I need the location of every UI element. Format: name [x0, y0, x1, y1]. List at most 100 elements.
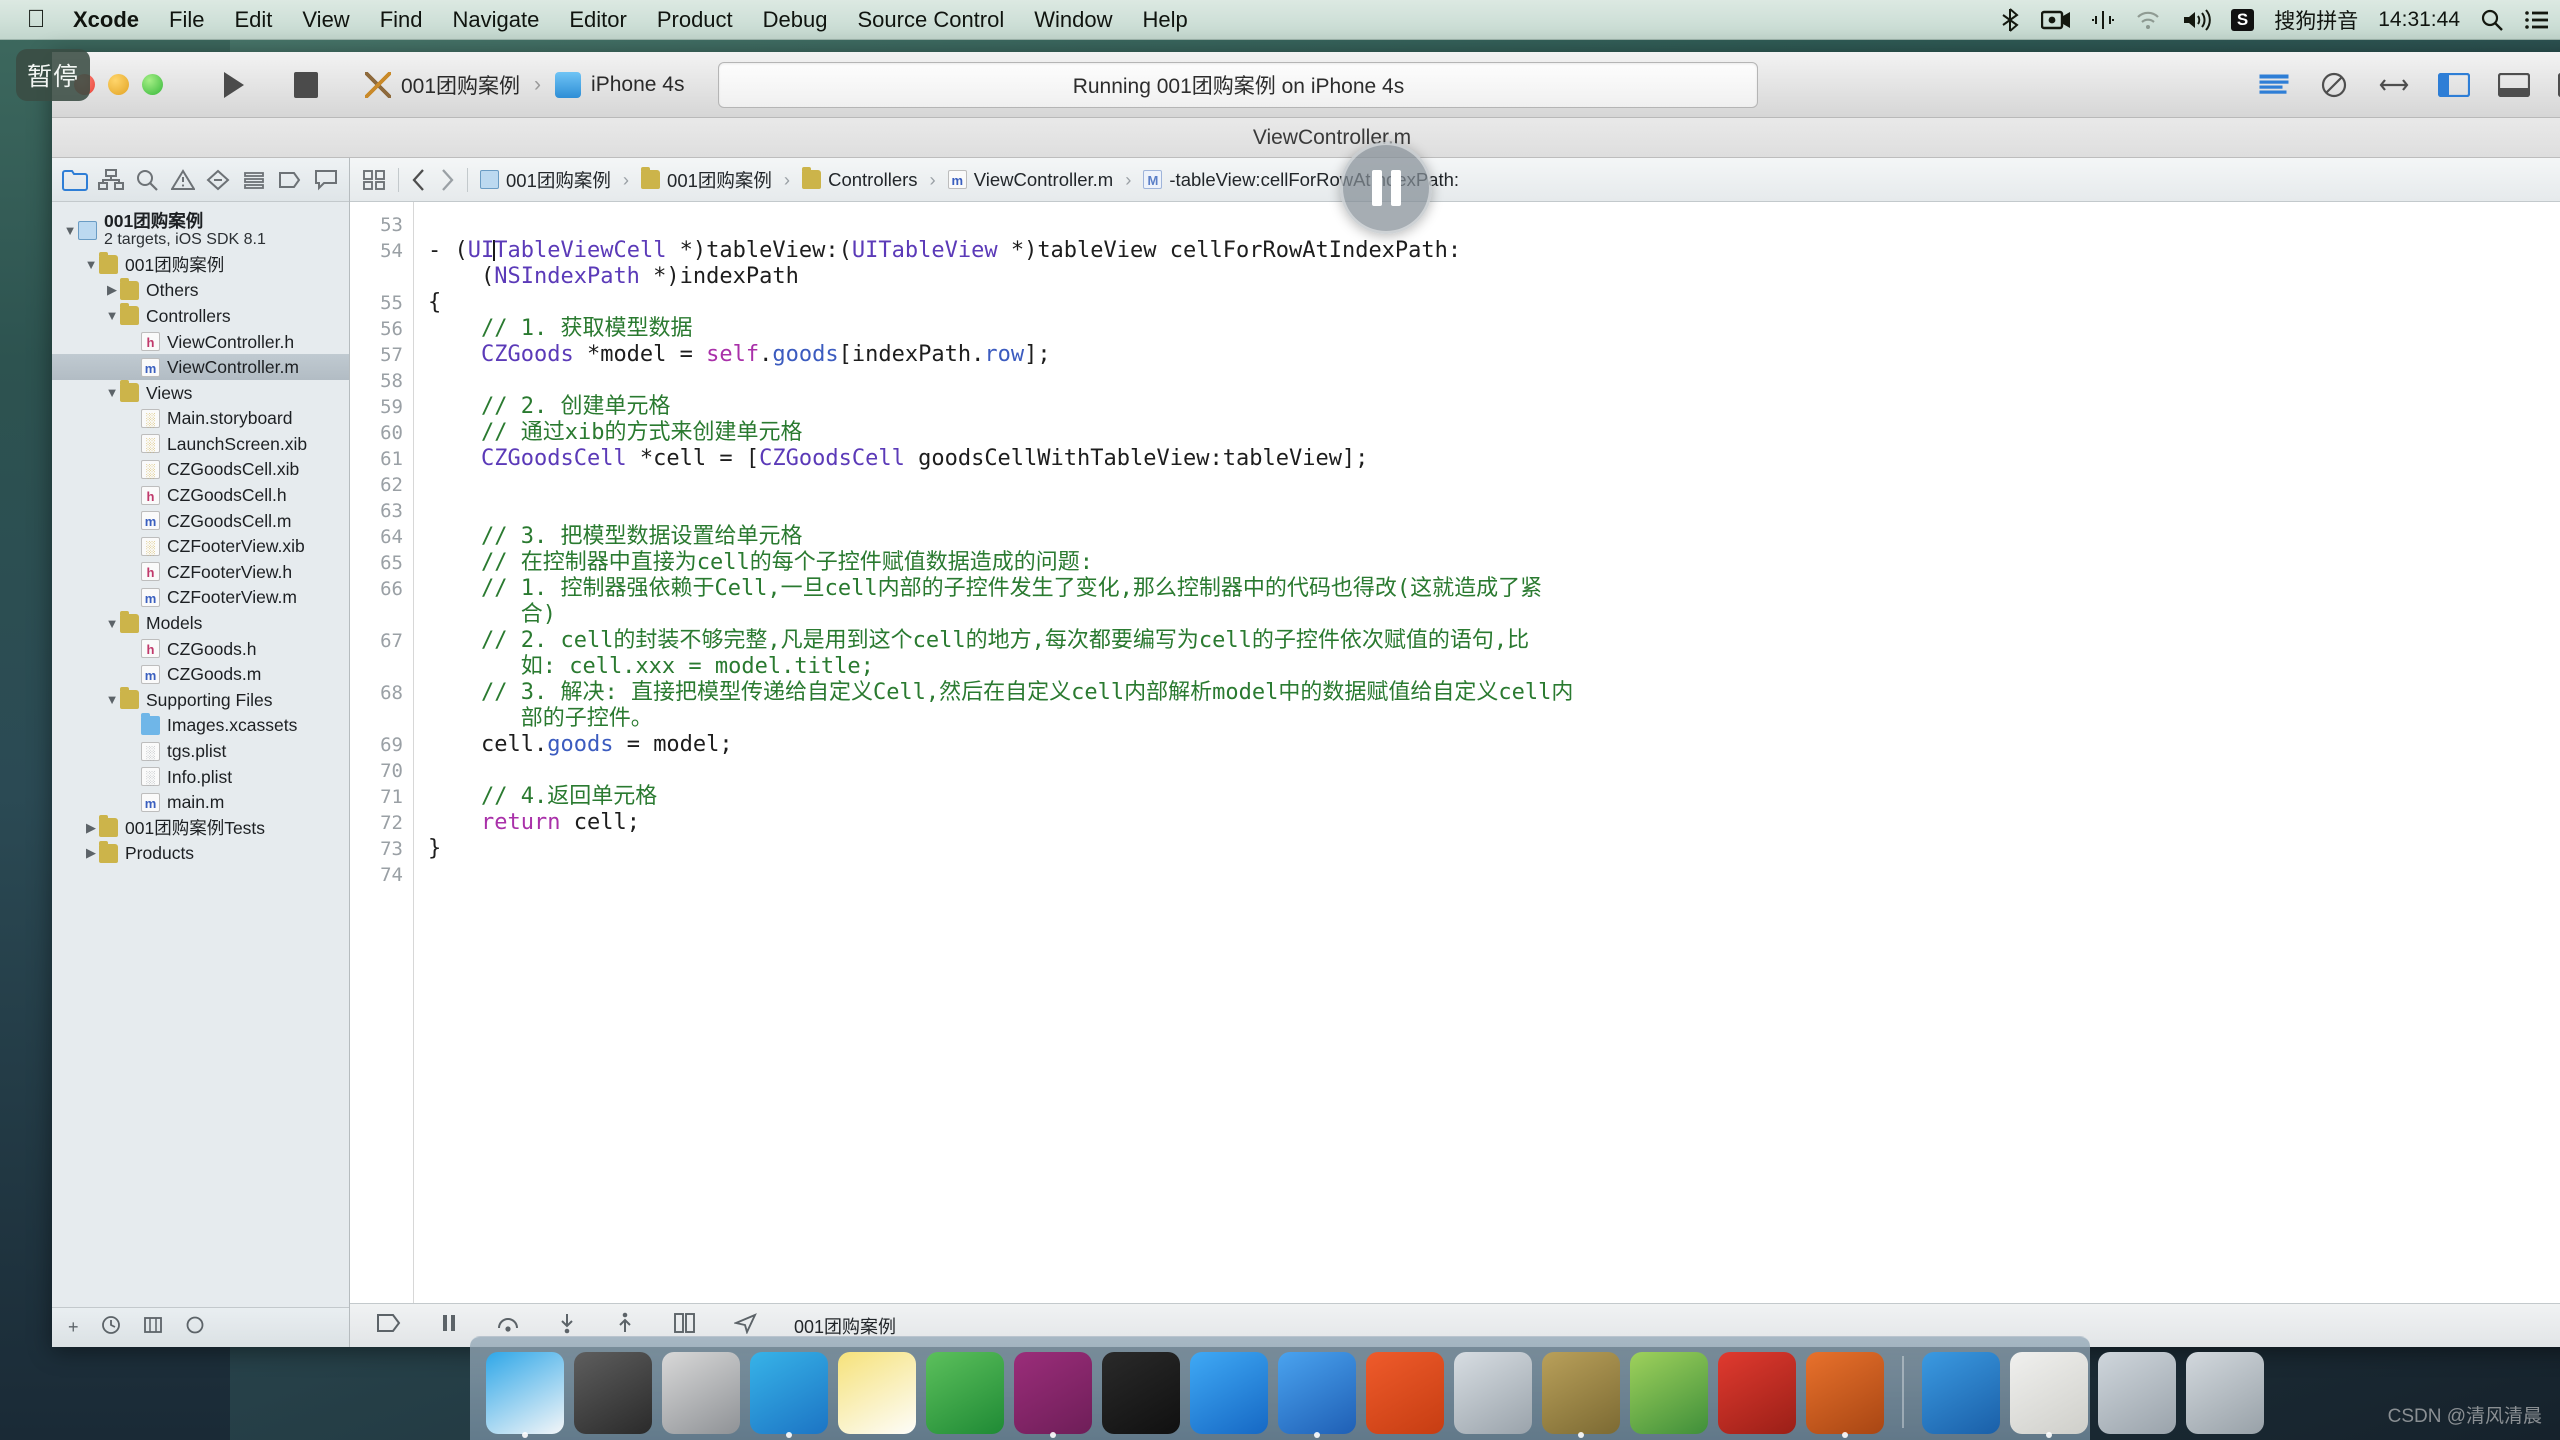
- code-line[interactable]: // 1. 控制器强依赖于Cell,一旦cell内部的子控件发生了变化,那么控制…: [428, 576, 2560, 602]
- scheme-device-label[interactable]: iPhone 4s: [591, 73, 684, 97]
- apple-logo-icon[interactable]: : [14, 7, 58, 32]
- breadcrumb-segment[interactable]: m ViewController.m: [947, 169, 1113, 191]
- file-tree-row[interactable]: ·m ViewController.m: [52, 354, 349, 380]
- filezilla-icon[interactable]: [1718, 1352, 1796, 1434]
- screen-record-icon[interactable]: [2040, 9, 2071, 31]
- torch-icon[interactable]: [1806, 1352, 1884, 1438]
- code-line[interactable]: [428, 498, 2560, 524]
- notification-center-icon[interactable]: [2524, 9, 2550, 31]
- scissors-icon[interactable]: [1454, 1352, 1532, 1434]
- related-items-icon[interactable]: [362, 169, 386, 191]
- menu-item-navigate[interactable]: Navigate: [438, 7, 555, 33]
- launchpad-icon[interactable]: [662, 1352, 740, 1434]
- file-tree-row[interactable]: · Images.xcassets: [52, 712, 349, 739]
- stop-button[interactable]: [277, 63, 335, 107]
- menu-item-window[interactable]: Window: [1019, 7, 1127, 33]
- recent-filter-icon[interactable]: [101, 1315, 121, 1340]
- disclosure-triangle-closed-icon[interactable]: ▶: [83, 845, 99, 861]
- screen-capture-pause-button[interactable]: 暂停: [16, 49, 90, 101]
- utilities-toggle-icon[interactable]: [2556, 70, 2560, 100]
- wifi-icon[interactable]: [2135, 10, 2161, 30]
- terminal-icon[interactable]: [1102, 1352, 1180, 1434]
- code-line[interactable]: 部的子控件。: [428, 706, 2560, 732]
- minimize-button[interactable]: [108, 74, 129, 95]
- file-tree-row[interactable]: ·░ tgs.plist: [52, 738, 349, 764]
- menu-item-help[interactable]: Help: [1128, 7, 1203, 33]
- breadcrumb-segment[interactable]: 001团购案例: [641, 167, 772, 193]
- file-tree-row[interactable]: ·h CZGoods.h: [52, 636, 349, 662]
- system-preferences-icon[interactable]: [574, 1352, 652, 1434]
- editor-standard-icon[interactable]: [2256, 70, 2292, 100]
- code-scroll-area[interactable]: 53 54 55 56 57 58 59 60 61 62 63 64 65 66 67 68 69 70 71 72…: [350, 202, 2560, 1347]
- code-line[interactable]: // 3. 解决: 直接把模型传递给自定义Cell,然后在自定义cell内部解析…: [428, 680, 2560, 706]
- downloads-stack-icon[interactable]: [2098, 1352, 2176, 1434]
- code-line[interactable]: }: [428, 836, 2560, 862]
- file-tree-row[interactable]: ▼ 001团购案例: [52, 252, 349, 278]
- code-line[interactable]: (NSIndexPath *)indexPath: [428, 264, 2560, 290]
- disclosure-triangle-closed-icon[interactable]: ▶: [104, 282, 120, 298]
- file-tree-row[interactable]: ·░ Main.storyboard: [52, 406, 349, 432]
- editor-version-icon[interactable]: [2376, 70, 2412, 100]
- menu-item-debug[interactable]: Debug: [748, 7, 843, 33]
- source-control-filter-icon[interactable]: [143, 1315, 163, 1340]
- run-button[interactable]: [205, 63, 263, 107]
- code-line[interactable]: // 2. cell的封装不够完整,凡是用到这个cell的地方,每次都要编写为c…: [428, 628, 2560, 654]
- debug-toggle-icon[interactable]: [2496, 70, 2532, 100]
- code-line[interactable]: CZGoodsCell *cell = [CZGoodsCell goodsCe…: [428, 446, 2560, 472]
- project-file-tree[interactable]: ▼ 001团购案例 2 targets, iOS SDK 8.1 ▼ 001团购案例 ▶ O…: [52, 202, 349, 1307]
- code-line[interactable]: // 3. 把模型数据设置给单元格: [428, 524, 2560, 550]
- file-tree-row[interactable]: ▶ 001团购案例Tests: [52, 815, 349, 841]
- breadcrumb-segment[interactable]: 001团购案例: [480, 167, 611, 193]
- code-line[interactable]: cell.goods = model;: [428, 732, 2560, 758]
- file-tree-row[interactable]: ▼ Views: [52, 380, 349, 406]
- file-tree-row[interactable]: ·░ CZFooterView.xib: [52, 534, 349, 560]
- menu-item-file[interactable]: File: [154, 7, 219, 33]
- disclosure-triangle-open-icon[interactable]: ▼: [104, 616, 120, 631]
- file-tree-row[interactable]: ▶ Products: [52, 840, 349, 867]
- menu-item-xcode[interactable]: Xcode: [58, 7, 154, 33]
- test-navigator-tab[interactable]: [202, 162, 236, 198]
- code-line[interactable]: [428, 862, 2560, 888]
- file-tree-row[interactable]: ·m CZGoods.m: [52, 662, 349, 688]
- file-tree-row[interactable]: ·h CZFooterView.h: [52, 559, 349, 585]
- menu-item-product[interactable]: Product: [642, 7, 748, 33]
- utility-icon[interactable]: [1542, 1352, 1620, 1438]
- excel-icon[interactable]: [926, 1352, 1004, 1434]
- menu-item-editor[interactable]: Editor: [554, 7, 641, 33]
- find-navigator-tab[interactable]: [130, 162, 164, 198]
- scheme-selector[interactable]: 001团购案例 › iPhone 4s: [365, 70, 684, 100]
- notes-icon[interactable]: [838, 1352, 916, 1434]
- menu-item-find[interactable]: Find: [365, 7, 438, 33]
- file-tree-row[interactable]: ·h CZGoodsCell.h: [52, 482, 349, 508]
- airplay-icon[interactable]: [2091, 9, 2115, 31]
- code-line[interactable]: [428, 758, 2560, 784]
- breakpoint-navigator-tab[interactable]: [273, 162, 307, 198]
- safari-icon[interactable]: [750, 1352, 828, 1438]
- debug-navigator-tab[interactable]: [237, 162, 271, 198]
- file-tree-row[interactable]: ·m CZFooterView.m: [52, 585, 349, 611]
- issue-navigator-tab[interactable]: [166, 162, 200, 198]
- browser-icon[interactable]: [1630, 1352, 1708, 1434]
- spotlight-search-icon[interactable]: [2480, 8, 2504, 32]
- forward-arrow-icon[interactable]: [439, 168, 455, 192]
- code-line[interactable]: // 1. 获取模型数据: [428, 316, 2560, 342]
- warnings-filter-icon[interactable]: [185, 1315, 205, 1340]
- file-tree-row[interactable]: ·m main.m: [52, 789, 349, 815]
- code-line[interactable]: - (UITableViewCell *)tableView:(UITableV…: [428, 238, 2560, 264]
- code-line[interactable]: // 4.返回单元格: [428, 784, 2560, 810]
- disclosure-triangle-open-icon[interactable]: ▼: [104, 385, 120, 400]
- file-tree-row[interactable]: ·░ Info.plist: [52, 764, 349, 790]
- file-tree-row[interactable]: ▼ Models: [52, 610, 349, 636]
- code-line[interactable]: // 通过xib的方式来创建单元格: [428, 420, 2560, 446]
- ime-label[interactable]: 搜狗拼音: [2274, 5, 2358, 35]
- finder-icon[interactable]: [486, 1352, 564, 1438]
- disclosure-triangle-open-icon[interactable]: ▼: [83, 257, 99, 272]
- xcode-icon[interactable]: [1190, 1352, 1268, 1434]
- code-line[interactable]: [428, 212, 2560, 238]
- disclosure-triangle-closed-icon[interactable]: ▶: [83, 820, 99, 836]
- menu-item-source-control[interactable]: Source Control: [843, 7, 1020, 33]
- file-tree-row[interactable]: ·h ViewController.h: [52, 329, 349, 355]
- file-tree-row[interactable]: ▶ Others: [52, 277, 349, 304]
- help-viewer-icon[interactable]: [1366, 1352, 1444, 1434]
- volume-icon[interactable]: [2181, 9, 2211, 31]
